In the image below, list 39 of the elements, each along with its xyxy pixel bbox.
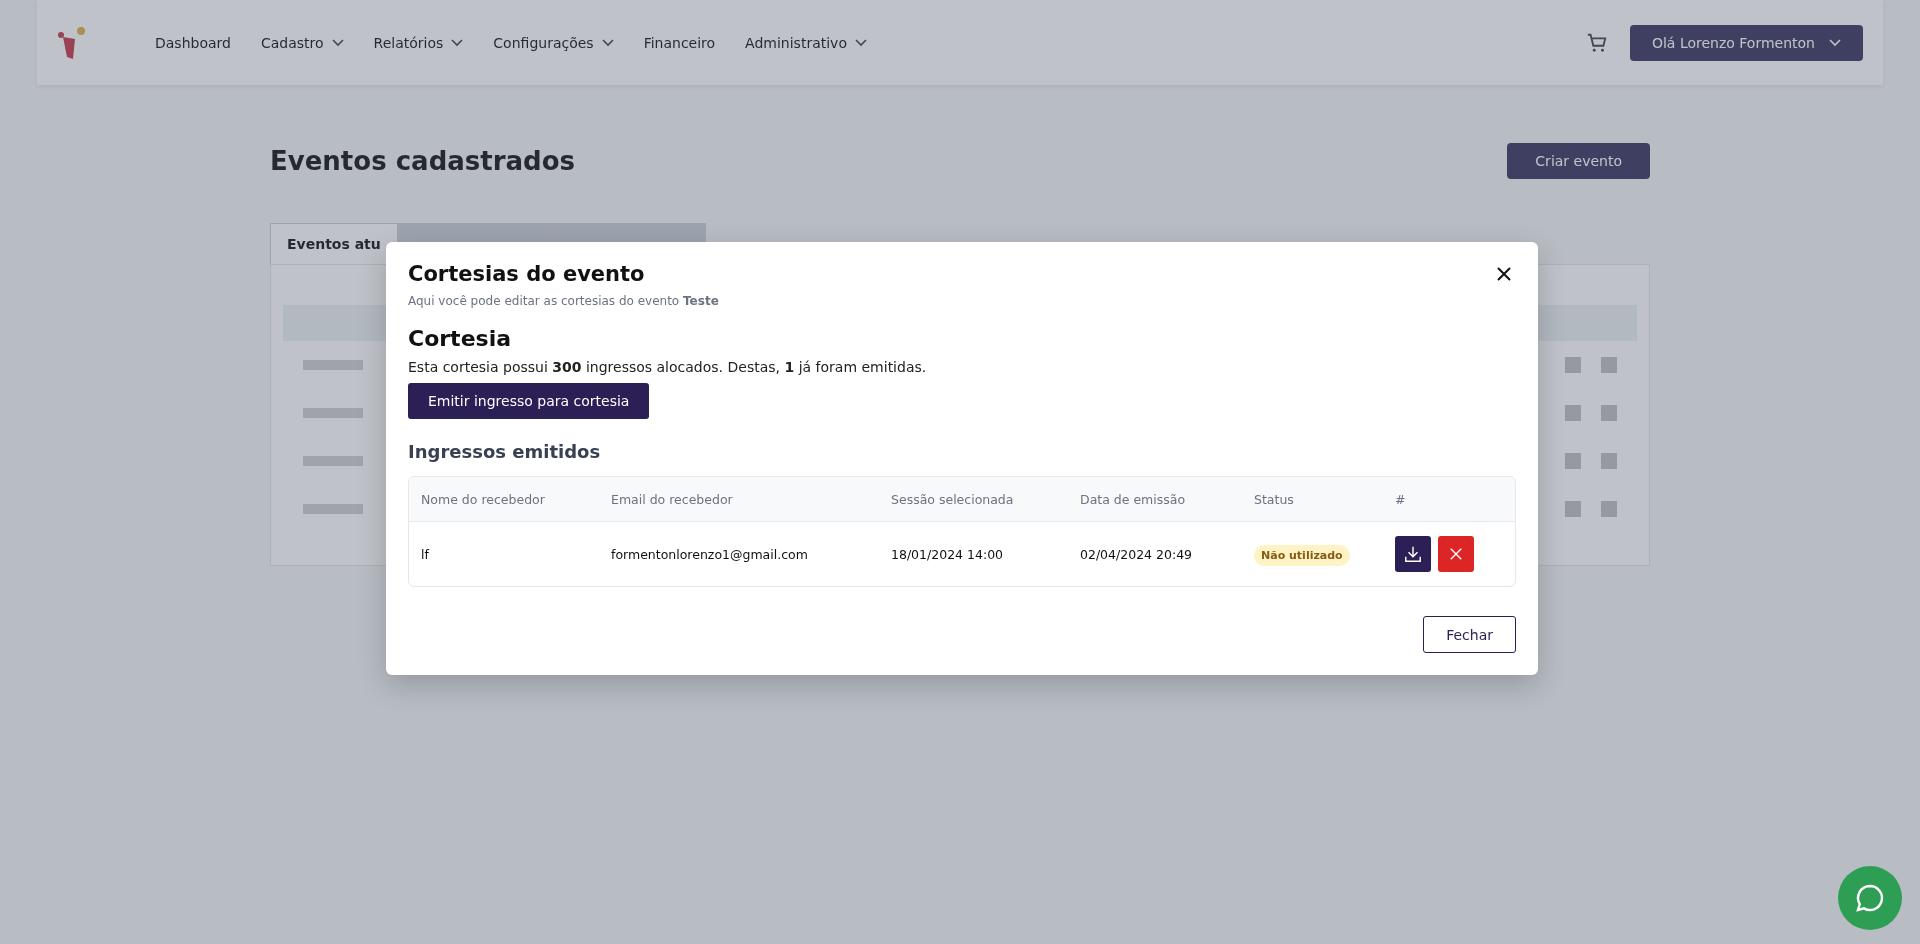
table-cell-text: 02/04/2024 20:49	[1080, 546, 1194, 562]
column-header: Data de emissão	[1080, 491, 1187, 507]
nav-item[interactable]: Configurações	[493, 34, 614, 51]
column-header: #	[1395, 491, 1407, 507]
chevron-icon	[601, 38, 614, 47]
download-button[interactable]	[1395, 536, 1431, 572]
x-icon	[1449, 547, 1463, 561]
close-icon	[1496, 266, 1512, 282]
download-icon	[1404, 545, 1422, 563]
tab[interactable]: Eventos atu	[270, 223, 398, 264]
page-title: Eventos cadastrados	[270, 146, 575, 176]
dialog-title: Cortesias do evento	[408, 262, 645, 286]
nav-item[interactable]: Relatórios	[373, 34, 464, 51]
summary-text: Esta cortesia possui 300 ingressos alocados. Destas, 1 já foram emitidas.	[408, 359, 928, 375]
create-event-button[interactable]: Criar evento	[1507, 143, 1650, 179]
column-header: Email do recebedor	[611, 491, 734, 507]
dialog-subtitle: Aqui você pode editar as cortesias do evento Teste	[408, 294, 720, 308]
chevron-icon	[1829, 38, 1841, 47]
table-cell-text: lf	[421, 546, 430, 562]
nav-item[interactable]: Dashboard	[155, 34, 231, 51]
column-header: Nome do recebedor	[421, 491, 546, 507]
table-cell-text: formentonlorenzo1@gmail.com	[611, 546, 809, 562]
chevron-icon	[854, 38, 867, 47]
chevron-icon	[451, 38, 464, 47]
column-header: Sessão selecionada	[891, 491, 1015, 507]
table-cell-text: 18/01/2024 14:00	[891, 546, 1005, 562]
user-menu-button[interactable]: Olá Lorenzo Formenton	[1629, 24, 1863, 61]
chat-bubble-icon	[1854, 882, 1886, 914]
column-header: Status	[1254, 491, 1295, 507]
nav-item[interactable]: Administrativo	[745, 34, 867, 51]
issue-ticket-button[interactable]: Emitir ingresso para cortesia	[408, 383, 650, 419]
nav-item[interactable]: Cadastro	[260, 34, 344, 51]
cart-icon[interactable]	[1585, 31, 1608, 54]
close-dialog-button[interactable]: Fechar	[1423, 616, 1516, 653]
section-title: Cortesia	[408, 326, 513, 351]
status-badge: Não utilizado	[1254, 544, 1350, 566]
list-title: Ingressos emitidos	[408, 441, 602, 462]
chevron-icon	[331, 38, 344, 47]
nav-item[interactable]: Financeiro	[643, 34, 716, 51]
